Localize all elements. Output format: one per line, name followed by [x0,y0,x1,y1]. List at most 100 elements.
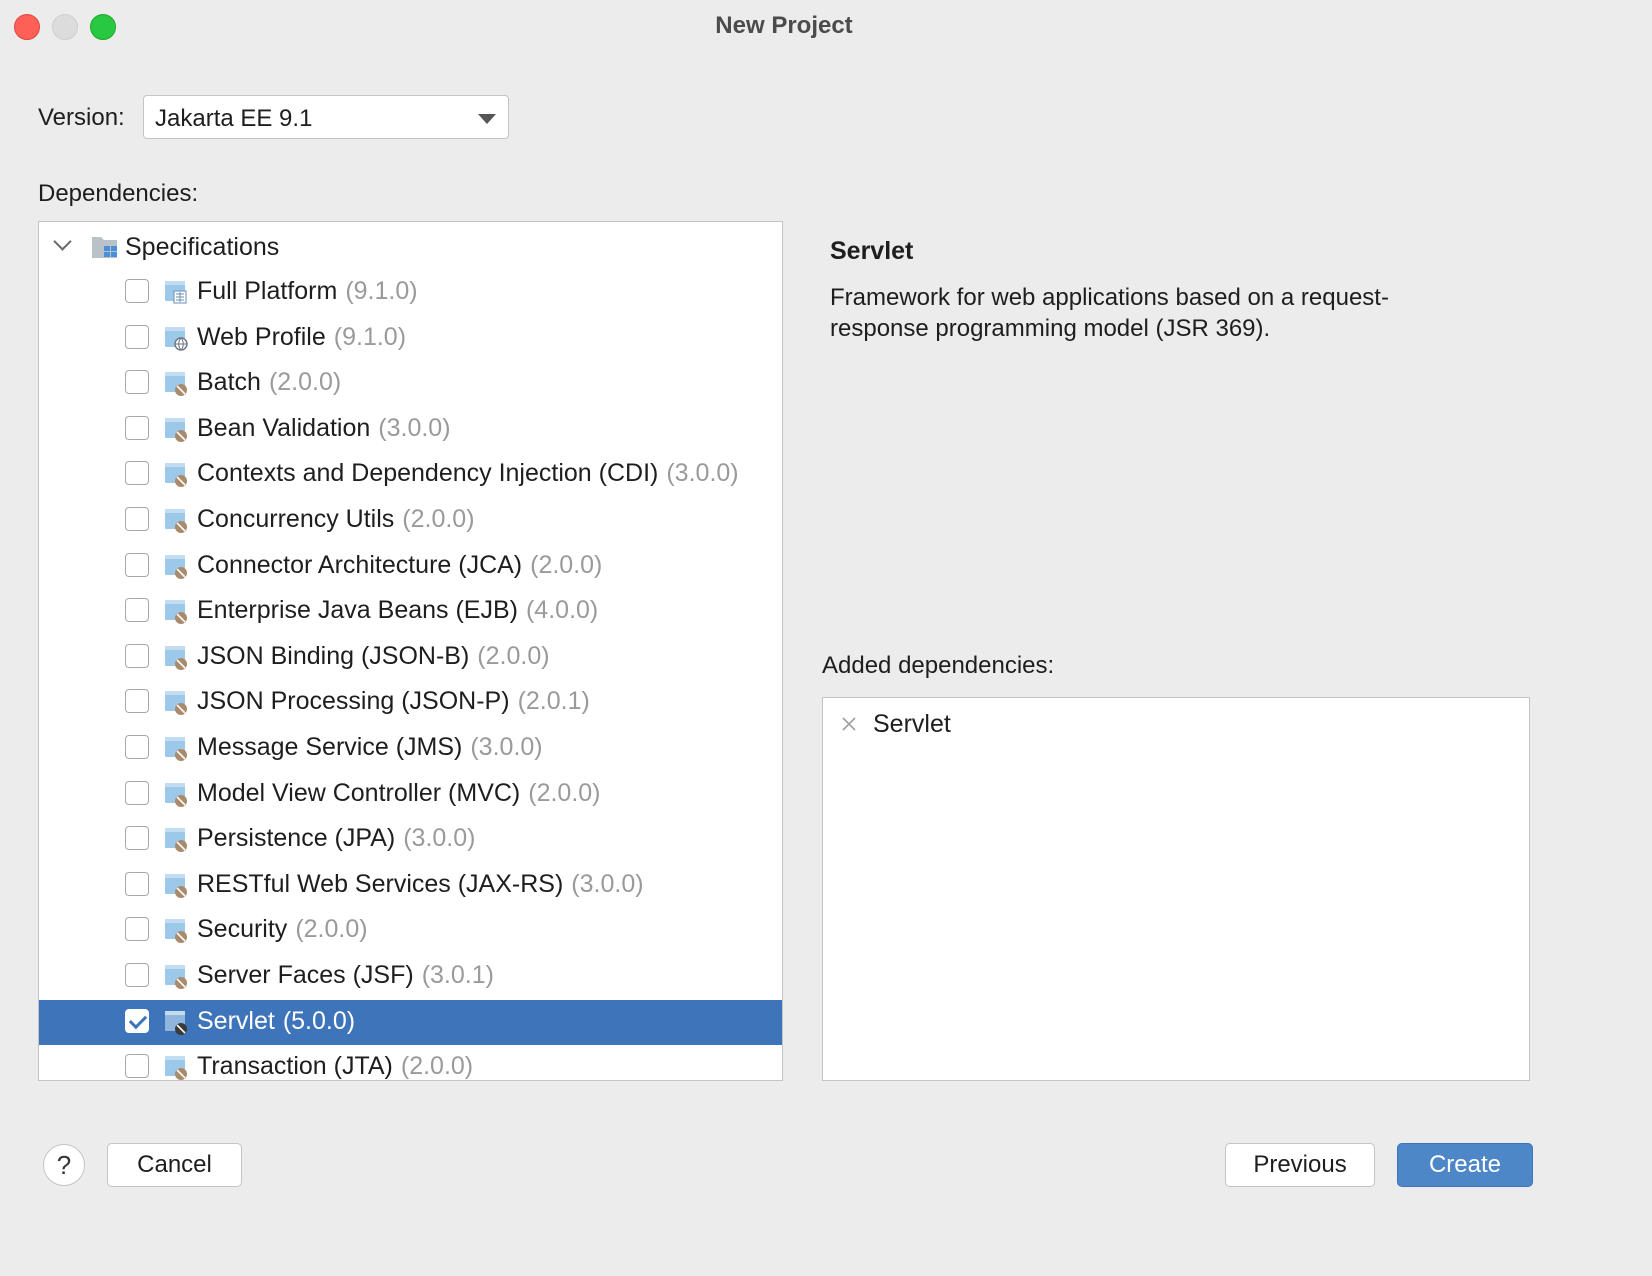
added-dependencies-list: Servlet [822,697,1530,1081]
library-icon [165,965,187,989]
dependency-label: JSON Binding (JSON-B) (2.0.0) [197,642,550,671]
create-button[interactable]: Create [1397,1143,1533,1187]
dependency-checkbox[interactable] [125,324,149,349]
dependency-version: (3.0.0) [403,824,476,853]
dependency-name: Contexts and Dependency Injection (CDI) [197,459,659,488]
dependency-row[interactable]: Bean Validation (3.0.0) [39,407,782,452]
dependency-row[interactable]: JSON Processing (JSON-P) (2.0.1) [39,680,782,725]
dependency-label: Transaction (JTA) (2.0.0) [197,1052,473,1081]
dependency-name: Transaction (JTA) [197,1052,393,1081]
cancel-button[interactable]: Cancel [107,1143,242,1187]
dependency-version: (3.0.0) [666,459,739,488]
version-select[interactable]: Jakarta EE 9.1 [143,95,509,139]
library-icon [165,372,187,397]
dependency-row[interactable]: Servlet (5.0.0) [39,999,782,1045]
dependency-label: Persistence (JPA) (3.0.0) [197,824,475,853]
dependency-checkbox[interactable] [125,871,149,896]
dependency-row[interactable]: Message Service (JMS) (3.0.0) [39,726,782,771]
library-icon [165,463,187,488]
dependency-label: Message Service (JMS) (3.0.0) [197,733,543,762]
chevron-down-icon [478,114,496,124]
detail-description: Framework for web applications based on … [830,284,1389,342]
dependency-version: (2.0.0) [530,550,603,579]
dependency-name: Security [197,915,288,944]
dependency-label: Batch (2.0.0) [197,368,341,397]
library-icon [165,1056,187,1080]
library-icon [165,737,187,761]
web-profile-icon [165,326,188,351]
dependency-checkbox[interactable] [125,370,149,395]
detail-title: Servlet [830,237,914,265]
dependency-name: Connector Architecture (JCA) [197,550,523,579]
dependency-label: Enterprise Java Beans (EJB) (4.0.0) [197,596,598,625]
new-project-dialog: New Project Version: Jakarta EE 9.1 Depe… [0,0,1568,1211]
dependency-checkbox[interactable] [125,963,149,987]
dependency-label: Security (2.0.0) [197,915,368,944]
dependency-version: (5.0.0) [282,1006,356,1035]
dependency-checkbox[interactable] [125,917,149,942]
dependency-row[interactable]: Batch (2.0.0) [39,361,782,406]
dependency-row[interactable]: Enterprise Java Beans (EJB) (4.0.0) [39,589,782,634]
dependency-checkbox[interactable] [125,1008,149,1033]
dependency-row[interactable]: Full Platform (9.1.0) [39,270,782,315]
dependency-row[interactable]: Concurrency Utils (2.0.0) [39,498,782,543]
dependency-row[interactable]: Security (2.0.0) [39,908,782,953]
dependency-checkbox[interactable] [125,461,149,486]
dependency-version: (9.1.0) [345,277,418,305]
dependency-row[interactable]: Server Faces (JSF) (3.0.1) [39,954,782,999]
dependency-name: Concurrency Utils [197,505,395,533]
dependency-version: (2.0.0) [268,368,342,397]
added-dependency-name: Servlet [873,710,951,738]
dependency-version: (9.1.0) [333,322,407,351]
dependency-checkbox[interactable] [125,689,149,714]
dependency-row[interactable]: Contexts and Dependency Injection (CDI)(… [39,452,782,497]
dependency-name: Batch [197,368,261,397]
dependency-row[interactable]: Persistence (JPA) (3.0.0) [39,817,782,862]
dependency-version: (2.0.0) [402,505,475,533]
dependency-row[interactable]: Connector Architecture (JCA) (2.0.0) [39,544,782,589]
library-icon [165,1010,187,1035]
tree-node-specifications[interactable]: Specifications [39,226,782,268]
dependency-label: Contexts and Dependency Injection (CDI)(… [197,459,739,488]
dependency-version: (3.0.0) [571,869,644,898]
chevron-expand-icon[interactable] [53,232,72,251]
dependency-row[interactable]: Model View Controller (MVC) (2.0.0) [39,772,782,817]
tree-root-label: Specifications [125,233,280,261]
dependency-row[interactable]: Web Profile (9.1.0) [39,316,782,361]
dependency-checkbox[interactable] [125,598,149,623]
dependency-label: Model View Controller (MVC) (2.0.0) [197,779,601,808]
dependency-name: Bean Validation [197,413,371,442]
dependency-version: (3.0.0) [378,413,451,442]
dependency-row[interactable]: RESTful Web Services (JAX-RS) (3.0.0) [39,863,782,908]
platform-icon [165,281,187,304]
dependency-checkbox[interactable] [125,415,149,440]
dependency-version: (2.0.0) [528,778,601,807]
dependency-row[interactable]: Transaction (JTA) (2.0.0) [39,1045,782,1081]
dependency-label: Full Platform (9.1.0) [197,277,418,306]
dependencies-tree[interactable]: Specifications Full Platform (9.1.0) Web P… [38,221,783,1081]
dependency-checkbox[interactable] [125,643,149,668]
dependency-checkbox[interactable] [125,780,149,805]
folder-icon [92,237,117,258]
remove-icon[interactable] [839,714,859,734]
dependency-label: JSON Processing (JSON-P) (2.0.1) [197,687,590,716]
dependency-name: JSON Binding (JSON-B) [197,641,470,670]
dependency-name: JSON Processing (JSON-P) [197,687,510,716]
dependency-label: Concurrency Utils (2.0.0) [197,505,475,534]
dependency-checkbox[interactable] [125,507,149,531]
previous-button[interactable]: Previous [1225,1143,1375,1187]
help-button[interactable]: ? [43,1144,85,1186]
checkmark-icon [128,1010,148,1029]
dependency-checkbox[interactable] [125,826,149,851]
dependency-checkbox[interactable] [125,735,149,759]
dependency-name: Full Platform [197,277,338,305]
dependency-row[interactable]: JSON Binding (JSON-B) (2.0.0) [39,635,782,680]
dependency-checkbox[interactable] [125,279,149,303]
dependency-version: (2.0.0) [295,915,368,944]
dependency-checkbox[interactable] [125,552,149,577]
dependency-version: (3.0.0) [470,733,543,761]
dependency-version: (4.0.0) [525,596,599,625]
dependency-version: (2.0.0) [477,641,550,670]
dependency-checkbox[interactable] [125,1054,149,1079]
library-icon [165,691,187,716]
